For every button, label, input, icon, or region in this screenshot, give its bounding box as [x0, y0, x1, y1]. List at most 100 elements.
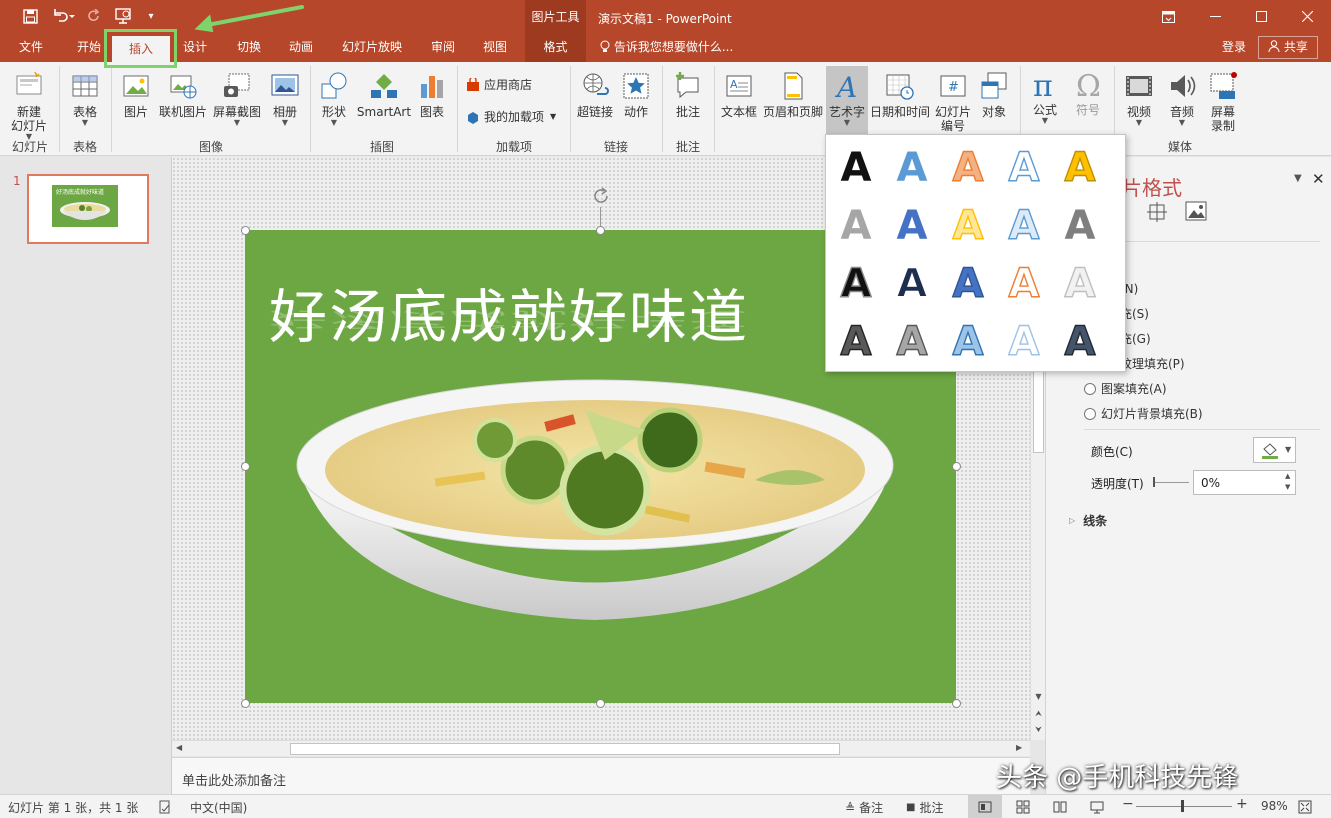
- slideshow-view-icon[interactable]: [1090, 800, 1104, 814]
- resize-handle[interactable]: [241, 462, 250, 471]
- reading-view-icon[interactable]: [1053, 800, 1067, 814]
- tab-slideshow[interactable]: 幻灯片放映: [336, 33, 408, 62]
- wordart-style-17[interactable]: A: [884, 312, 940, 368]
- zoom-out-icon[interactable]: −: [1122, 796, 1134, 812]
- header-footer-button[interactable]: 页眉和页脚: [761, 70, 825, 119]
- wordart-style-6[interactable]: A: [828, 196, 884, 252]
- spin-down-icon[interactable]: ▼: [1285, 483, 1290, 491]
- save-icon[interactable]: [18, 6, 42, 26]
- wordart-style-2[interactable]: A: [884, 138, 940, 194]
- wordart-style-1[interactable]: A: [828, 138, 884, 194]
- redo-icon[interactable]: [84, 6, 104, 26]
- zoom-slider[interactable]: [1136, 806, 1232, 807]
- color-picker-button[interactable]: ▼: [1253, 437, 1296, 463]
- chart-button[interactable]: 图表: [414, 70, 450, 119]
- tab-animations[interactable]: 动画: [278, 33, 324, 62]
- equation-button[interactable]: π 公式 ▼: [1024, 68, 1066, 125]
- tab-view[interactable]: 视图: [472, 33, 518, 62]
- next-slide-icon[interactable]: ⮟: [1031, 725, 1046, 735]
- wordart-style-18[interactable]: A: [940, 312, 996, 368]
- share-button[interactable]: 共享: [1258, 36, 1318, 59]
- spin-up-icon[interactable]: ▲: [1285, 472, 1290, 480]
- wordart-style-7[interactable]: A: [884, 196, 940, 252]
- zoom-in-icon[interactable]: +: [1236, 796, 1248, 812]
- resize-handle[interactable]: [596, 226, 605, 235]
- slide-sorter-icon[interactable]: [1016, 800, 1030, 814]
- slide-thumbnail[interactable]: 好汤底成就好味道: [27, 174, 149, 244]
- datetime-button[interactable]: 日期和时间: [869, 70, 931, 119]
- wordart-style-4[interactable]: A: [996, 138, 1052, 194]
- notes-pane[interactable]: 单击此处添加备注: [172, 757, 1030, 794]
- line-section-header[interactable]: ▷ 线条: [1069, 512, 1107, 529]
- transparency-slider-thumb[interactable]: [1153, 477, 1155, 487]
- pane-options-icon[interactable]: ▼: [1294, 173, 1302, 184]
- wordart-style-10[interactable]: A: [1052, 196, 1108, 252]
- symbol-button[interactable]: Ω 符号: [1067, 68, 1109, 117]
- action-button[interactable]: 动作: [618, 70, 654, 119]
- ribbon-display-options-icon[interactable]: [1145, 0, 1191, 33]
- photo-album-button[interactable]: 相册 ▼: [264, 70, 306, 127]
- fit-to-window-icon[interactable]: [1298, 800, 1312, 814]
- horizontal-scrollbar[interactable]: ◀ ▶: [172, 740, 1030, 756]
- wordart-style-3[interactable]: A: [940, 138, 996, 194]
- wordart-style-9[interactable]: A: [996, 196, 1052, 252]
- textbox-button[interactable]: A 文本框: [718, 70, 760, 119]
- rotate-handle-icon[interactable]: [590, 185, 612, 207]
- wordart-style-19[interactable]: A: [996, 312, 1052, 368]
- comments-toggle-button[interactable]: ■ 批注: [906, 799, 943, 816]
- tab-file[interactable]: 文件: [10, 33, 52, 62]
- resize-handle[interactable]: [596, 699, 605, 708]
- zoom-level[interactable]: 98%: [1261, 799, 1288, 813]
- transparency-slider[interactable]: [1153, 482, 1189, 483]
- horizontal-scroll-thumb[interactable]: [290, 743, 840, 755]
- smartart-button[interactable]: SmartArt: [356, 70, 412, 119]
- shapes-button[interactable]: 形状 ▼: [314, 70, 354, 127]
- notes-toggle-button[interactable]: ≜ 备注: [845, 799, 883, 816]
- wordart-style-5[interactable]: A: [1052, 138, 1108, 194]
- scroll-left-icon[interactable]: ◀: [176, 743, 182, 752]
- resize-handle[interactable]: [241, 699, 250, 708]
- wordart-button[interactable]: A 艺术字 ▼: [826, 66, 868, 136]
- wordart-style-11[interactable]: A: [828, 254, 884, 310]
- hyperlink-button[interactable]: 超链接: [574, 70, 616, 119]
- language-status[interactable]: 中文(中国): [190, 799, 247, 816]
- comment-button[interactable]: 批注: [668, 70, 708, 119]
- close-icon[interactable]: [1284, 0, 1330, 33]
- pane-close-icon[interactable]: ✕: [1312, 170, 1325, 188]
- table-button[interactable]: 表格 ▼: [62, 70, 108, 127]
- spell-check-icon[interactable]: [158, 800, 172, 814]
- transparency-input[interactable]: 0% ▲ ▼: [1193, 470, 1296, 495]
- screen-recording-button[interactable]: 屏幕 录制: [1204, 70, 1242, 133]
- app-store-button[interactable]: 应用商店: [466, 76, 532, 93]
- wordart-style-12[interactable]: A: [884, 254, 940, 310]
- tab-design[interactable]: 设计: [172, 33, 218, 62]
- previous-slide-icon[interactable]: ⮝: [1031, 709, 1046, 719]
- fill-option-slide-background[interactable]: 幻灯片背景填充(B): [1084, 405, 1203, 422]
- my-addins-button[interactable]: 我的加载项 ▼: [466, 108, 556, 125]
- normal-view-button[interactable]: [968, 795, 1002, 818]
- vertical-scroll-thumb[interactable]: [1033, 365, 1044, 453]
- size-properties-icon[interactable]: [1146, 201, 1168, 223]
- radio-circle[interactable]: [1084, 382, 1096, 395]
- audio-button[interactable]: 音频 ▼: [1161, 70, 1203, 127]
- wordart-style-13[interactable]: A: [940, 254, 996, 310]
- sign-in-link[interactable]: 登录: [1214, 33, 1254, 62]
- new-slide-button[interactable]: 新建 幻灯片 ▼: [4, 70, 54, 141]
- picture-button[interactable]: 图片: [116, 70, 156, 119]
- resize-handle[interactable]: [241, 226, 250, 235]
- wordart-style-8[interactable]: A: [940, 196, 996, 252]
- scroll-down-icon[interactable]: ▼: [1031, 692, 1046, 701]
- present-from-start-icon[interactable]: [112, 6, 136, 26]
- tab-format[interactable]: 格式: [525, 33, 586, 62]
- maximize-icon[interactable]: [1238, 0, 1284, 33]
- minimize-icon[interactable]: [1192, 0, 1238, 33]
- customize-qat-icon[interactable]: ▾: [142, 6, 160, 26]
- wordart-style-15[interactable]: A: [1052, 254, 1108, 310]
- screenshot-button[interactable]: 屏幕截图 ▼: [211, 70, 263, 127]
- resize-handle[interactable]: [952, 699, 961, 708]
- slide-number-button[interactable]: # 幻灯片 编号: [932, 70, 974, 133]
- online-picture-button[interactable]: 联机图片: [157, 70, 209, 119]
- wordart-style-16[interactable]: A: [828, 312, 884, 368]
- tell-me-box[interactable]: 告诉我您想要做什么...: [600, 33, 733, 62]
- fill-option-pattern[interactable]: 图案填充(A): [1084, 380, 1167, 397]
